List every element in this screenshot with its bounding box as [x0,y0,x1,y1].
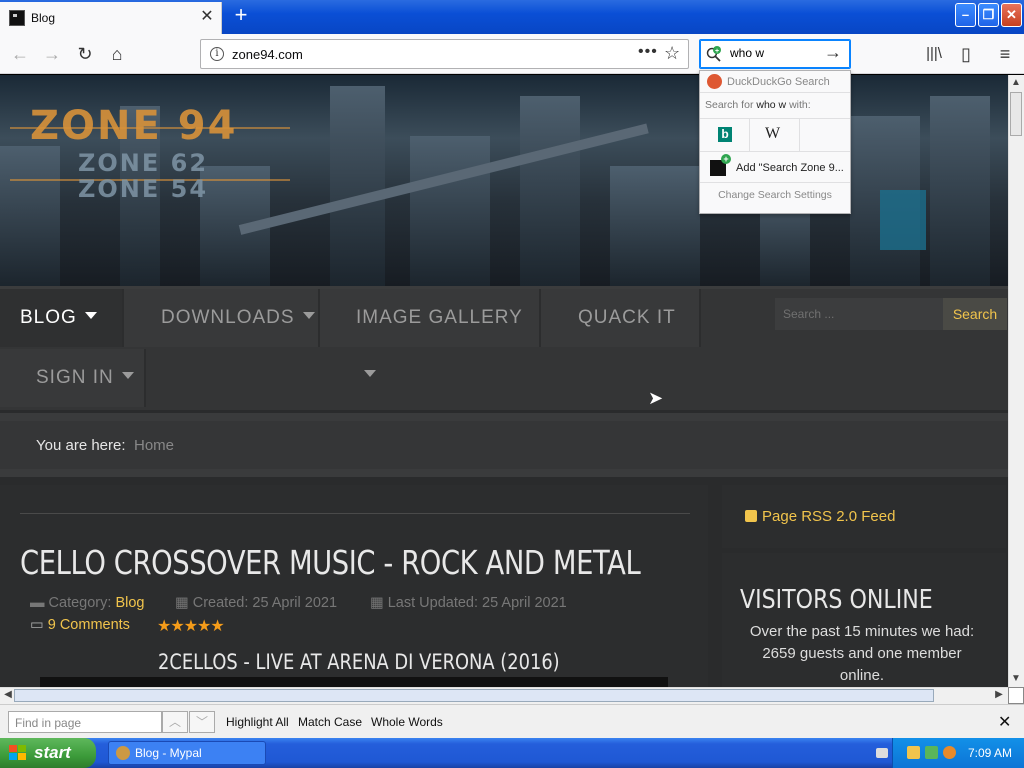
mypal-icon [116,746,130,760]
add-search-engine-row[interactable]: Add "Search Zone 9... [700,153,850,183]
article-category: ▬ Category: Blog [30,595,145,611]
find-input[interactable]: Find in page [8,711,162,733]
article-created: ▦ Created: 25 April 2021 [175,595,338,611]
taskbar-item-blog[interactable]: Blog - Mypal [108,741,266,765]
vertical-scroll-thumb[interactable] [1010,92,1022,136]
shield-icon[interactable] [907,746,920,759]
search-input[interactable] [730,46,820,60]
comment-icon: ▭ [30,617,48,633]
menu-downloads[interactable]: DOWNLOADS [124,289,320,347]
rss-icon [745,510,757,522]
tab-blog[interactable]: Blog ✕ [0,2,222,34]
start-button[interactable]: start [0,738,96,768]
search-for-label: Search for who w with: [705,99,811,111]
duckduckgo-icon [707,74,722,89]
menu-sign-in[interactable]: SIGN IN [0,349,146,407]
breadcrumb-label: You are here: [36,437,126,454]
web-page: ZONE 94 ZONE 62 ZONE 54 BLOG DOWNLOADS I… [0,75,1008,687]
wikipedia-icon: W [765,125,781,142]
horizontal-scroll-thumb[interactable] [14,689,934,702]
library-icon[interactable]: |||\ [922,42,946,66]
vertical-scrollbar[interactable] [1008,75,1024,687]
menu-quack-it[interactable]: QUACK IT [541,289,701,347]
menu-blog[interactable]: BLOG [0,289,124,347]
scroll-down-icon[interactable]: ▼ [1009,672,1023,686]
mouse-cursor-icon: ➤ [648,388,664,408]
article-title[interactable]: CELLO CROSSOVER MUSIC - ROCK AND METAL [20,543,641,582]
category-link[interactable]: Blog [115,595,144,611]
clock: 7:09 AM [968,746,1013,760]
site-search-button[interactable]: Search [943,298,1007,330]
page-actions-icon[interactable]: ••• [638,43,658,61]
breadcrumb: You are here: Home [0,413,1008,477]
match-case-button[interactable]: Match Case [298,715,362,729]
divider [20,513,690,514]
windows-flag-icon [9,745,26,760]
comments-link[interactable]: ▭ 9 Comments [30,617,130,633]
highlight-all-button[interactable]: Highlight All [226,715,289,729]
keyboard-icon[interactable] [876,748,888,758]
maximize-button[interactable]: ❐ [978,3,999,27]
breadcrumb-home-link[interactable]: Home [134,437,174,454]
network-icon[interactable] [925,746,938,759]
current-engine-label: DuckDuckGo Search [727,76,830,88]
search-tray-icon[interactable] [943,746,956,759]
bing-icon: b [718,127,732,142]
article-updated: ▦ Last Updated: 25 April 2021 [370,595,567,611]
change-search-settings-button[interactable]: Change Search Settings [700,189,850,201]
close-tab-icon[interactable]: ✕ [198,8,216,26]
scroll-left-icon[interactable]: ◀ [1,688,15,702]
add-engine-label: Add "Search Zone 9... [736,162,844,174]
info-icon[interactable]: i [210,47,224,61]
favicon-icon [9,10,25,26]
visitors-title: VISITORS ONLINE [740,585,933,615]
find-next-button[interactable]: ﹀ [189,711,215,733]
system-tray: 7:09 AM [876,738,1024,768]
rating-stars[interactable]: ★★★★★ [157,616,225,636]
site-logo[interactable]: ZONE 94 [30,103,237,149]
bookmark-star-icon[interactable]: ☆ [664,43,680,64]
site-logo-sub: ZONE 62 ZONE 54 [78,149,209,203]
chevron-down-icon [364,370,376,377]
forward-icon[interactable]: → [40,42,64,66]
sidebar-icon[interactable]: ▯ [954,42,978,66]
scroll-corner [1008,687,1024,704]
scroll-right-icon[interactable]: ▶ [992,688,1006,702]
one-off-engines: b W [700,118,850,152]
home-icon[interactable]: ⌂ [105,42,129,66]
article-subtitle: 2CELLOS - LIVE AT ARENA DI VERONA (2016) [158,650,560,674]
engine-bing-button[interactable]: b [700,119,750,151]
reload-icon[interactable]: ↻ [73,42,97,66]
minimize-button[interactable]: – [955,3,976,27]
new-tab-button[interactable]: + [229,4,253,28]
video-embed[interactable] [40,677,668,687]
rss-link[interactable]: Page RSS 2.0 Feed [745,508,895,525]
close-window-button[interactable]: ✕ [1001,3,1022,27]
svg-text:+: + [715,48,719,55]
current-engine-row[interactable]: DuckDuckGo Search [700,71,850,93]
url-bar[interactable]: i zone94.com ••• ☆ [200,39,689,69]
tab-title: Blog [31,11,56,25]
visitors-text: Over the past 15 minutes we had: 2659 gu… [749,623,975,684]
chevron-down-icon [302,312,315,319]
menu-image-gallery[interactable]: IMAGE GALLERY [320,289,541,377]
chevron-down-icon [84,312,97,319]
site-search-input[interactable]: Search ... [775,298,943,330]
scroll-up-icon[interactable]: ▲ [1009,76,1023,90]
url-text[interactable]: zone94.com [232,47,303,62]
whole-words-button[interactable]: Whole Words [371,715,443,729]
search-go-icon[interactable]: → [824,42,842,63]
find-previous-button[interactable]: ︿ [162,711,188,733]
add-engine-icon [710,154,731,176]
back-icon[interactable]: ← [8,42,32,66]
engine-wikipedia-button[interactable]: W [750,119,800,151]
search-suggestions-popup: DuckDuckGo Search Search for who w with:… [699,70,851,214]
site-banner: ZONE 94 ZONE 62 ZONE 54 [0,75,1008,286]
nav-bar: ← → ↻ ⌂ i zone94.com ••• ☆ + → |||\ ▯ ≡ [0,34,1024,74]
menu-icon[interactable]: ≡ [993,42,1017,66]
search-bar[interactable]: + → [699,39,851,69]
find-close-icon[interactable]: ✕ [998,712,1011,732]
chevron-down-icon [121,372,134,379]
search-engine-icon[interactable]: + [706,46,722,62]
